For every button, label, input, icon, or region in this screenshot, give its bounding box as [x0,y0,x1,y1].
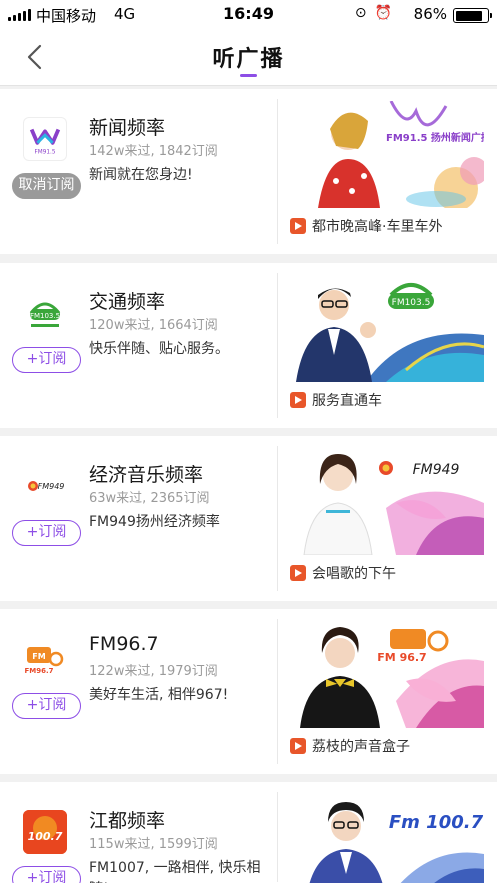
play-icon [290,218,306,234]
channel-card[interactable]: FM91.5 取消订阅 新闻频率 142w来过, 1842订阅 新闻就在您身边!… [0,89,497,254]
channel-name: 新闻频率 [89,117,166,139]
nav-bar: 听广播 [0,30,497,86]
channel-logo: FM949 [23,464,67,508]
channel-description: 新闻就在您身边! [89,167,193,183]
program-link[interactable]: 会唱歌的下午 [290,563,396,583]
program-thumbnail[interactable]: FM103.5 [296,275,484,382]
channel-stats: 120w来过, 1664订阅 [89,318,218,333]
svg-text:FM103.5: FM103.5 [392,298,431,308]
channel-stats: 63w来过, 2365订阅 [89,491,210,506]
channel-logo: FM FM96.7 [23,637,67,681]
program-link[interactable]: 服务直通车 [290,390,382,410]
channel-stats: 115w来过, 1599订阅 [89,837,218,852]
svg-text:FM96.7: FM96.7 [24,667,53,675]
channel-card[interactable]: FM FM96.7 +订阅 FM96.7 122w来过, 1979订阅 美好车生… [0,609,497,774]
unsubscribe-button[interactable]: 取消订阅 [12,173,81,199]
channel-name: 经济音乐频率 [89,464,204,486]
channel-card[interactable]: 100.7 +订阅 江都频率 115w来过, 1599订阅 FM1007, 一路… [0,782,497,883]
channel-card[interactable]: FM949 +订阅 经济音乐频率 63w来过, 2365订阅 FM949扬州经济… [0,436,497,601]
svg-text:FM: FM [32,652,45,661]
channel-name: 江都频率 [89,810,166,832]
subscribe-button[interactable]: +订阅 [12,693,81,719]
channel-description: 美好车生活, 相伴967! [89,687,229,703]
channel-name: FM96.7 [89,633,159,655]
channel-card[interactable]: FM103.5 +订阅 交通频率 120w来过, 1664订阅 快乐伴随、贴心服… [0,263,497,428]
battery-percent: 86% [413,5,447,23]
channel-logo: FM103.5 [23,291,67,335]
channel-logo: FM91.5 [23,117,67,161]
program-thumbnail[interactable]: FM91.5 扬州新闻广播 [296,101,484,208]
channel-stats: 142w来过, 1842订阅 [89,144,218,159]
program-link[interactable]: 都市晚高峰·车里车外 [290,216,442,236]
subscribe-button[interactable]: +订阅 [12,520,81,546]
status-bar: 中国移动 4G 16:49 ⊙ ⏰ 86% [0,0,497,30]
program-title: 都市晚高峰·车里车外 [312,219,443,235]
subscribe-button[interactable]: +订阅 [12,347,81,373]
alarm-icon: ⏰ [374,5,392,21]
svg-text:FM91.5 扬州新闻广播: FM91.5 扬州新闻广播 [386,131,484,144]
program-link[interactable]: 荔枝的声音盒子 [290,736,410,756]
program-thumbnail[interactable]: FM 96.7 [296,621,484,728]
svg-text:Fm 100.7: Fm 100.7 [389,812,484,833]
channel-name: 交通频率 [89,291,166,313]
svg-text:FM91.5: FM91.5 [35,149,56,155]
play-icon [290,392,306,408]
program-thumbnail[interactable]: Fm 100.7 [296,794,484,883]
channel-stats: 122w来过, 1979订阅 [89,664,218,679]
svg-text:100.7: 100.7 [28,830,63,843]
channel-description: FM1007, 一路相伴, 快乐相随! [89,860,261,883]
svg-text:FM103.5: FM103.5 [30,312,60,320]
channel-logo: 100.7 [23,810,67,854]
play-icon [290,738,306,754]
rotation-lock-icon: ⊙ [354,5,367,21]
program-title: 服务直通车 [312,393,382,409]
program-thumbnail[interactable]: FM949 [296,448,484,555]
channel-description: 快乐伴随、贴心服务。 [89,341,229,357]
subscribe-button[interactable]: +订阅 [12,866,81,883]
page-title: 听广播 [212,47,285,72]
svg-text:FM949: FM949 [413,462,460,478]
svg-text:FM949: FM949 [38,482,65,491]
svg-text:FM 96.7: FM 96.7 [377,651,426,664]
play-icon [290,565,306,581]
channel-description: FM949扬州经济频率 [89,514,220,530]
program-title: 会唱歌的下午 [312,566,396,582]
battery-icon [453,8,492,23]
title-indicator [240,74,257,77]
program-title: 荔枝的声音盒子 [312,739,410,755]
